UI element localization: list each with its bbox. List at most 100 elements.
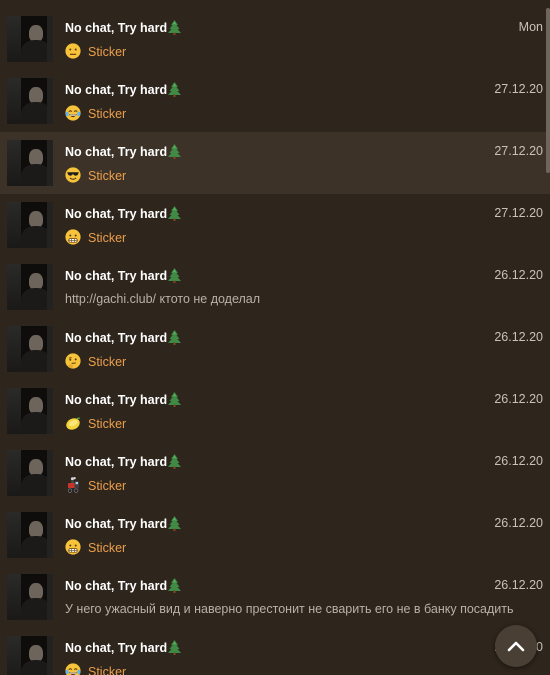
chat-name: No chat, Try hard xyxy=(65,330,182,346)
chat-list-item[interactable]: No chat, Try hard 26.12.20 Sticker xyxy=(0,442,550,504)
chat-list-item[interactable]: No chat, Try hard26.12.20Sticker xyxy=(0,628,550,675)
chat-name-text: No chat, Try hard xyxy=(65,21,168,35)
neutral-face-icon xyxy=(65,43,81,59)
chevron-up-icon xyxy=(507,641,525,652)
chat-name-text: No chat, Try hard xyxy=(65,269,168,283)
chat-list-item[interactable]: No chat, Try hard 27.12.20 Sticker xyxy=(0,132,550,194)
christmas-tree-icon xyxy=(168,82,182,97)
chat-name: No chat, Try hard xyxy=(65,578,182,594)
message-date: 26.12.20 xyxy=(494,392,543,406)
avatar[interactable] xyxy=(7,636,53,675)
chat-list-item[interactable]: No chat, Try hard 26.12.20 Sticker xyxy=(0,318,550,380)
sticker-label: Sticker xyxy=(88,107,127,121)
message-preview: Sticker xyxy=(65,353,126,370)
tears-of-joy-icon xyxy=(65,105,81,121)
avatar[interactable] xyxy=(7,16,53,62)
sticker-label: Sticker xyxy=(88,45,127,59)
chat-name-text: No chat, Try hard xyxy=(65,331,168,345)
message-preview: Sticker xyxy=(65,477,126,494)
christmas-tree-icon xyxy=(168,330,182,345)
sticker-label: Sticker xyxy=(88,355,127,369)
sticker-label: Sticker xyxy=(88,541,127,555)
chat-list-window: No chat, Try hard Mon Sticker No chat, Try … xyxy=(0,0,550,675)
chat-list-item[interactable]: No chat, Try hard 26.12.20 У него ужасный … xyxy=(0,566,550,628)
grimacing-face-icon xyxy=(65,539,81,555)
chat-name: No chat, Try hard xyxy=(65,392,182,408)
chat-name: No chat, Try hard xyxy=(65,206,182,222)
chat-list: No chat, Try hard Mon Sticker No chat, Try … xyxy=(0,8,550,675)
message-date: 26.12.20 xyxy=(494,330,543,344)
chat-list-item[interactable]: No chat, Try hard 26.12.20 http://gachi.cl… xyxy=(0,256,550,318)
chat-list-item[interactable]: No chat, Try hard 27.12.20 Sticker xyxy=(0,70,550,132)
chat-name: No chat, Try hard xyxy=(65,144,182,160)
chat-list-item[interactable]: No chat, Try hard 26.12.20 Sticker xyxy=(0,380,550,442)
message-preview: Sticker xyxy=(65,43,126,60)
avatar[interactable] xyxy=(7,326,53,372)
chat-name: No chat, Try hard xyxy=(65,268,182,284)
chat-name-text: No chat, Try hard xyxy=(65,83,168,97)
chat-name-text: No chat, Try hard xyxy=(65,455,168,469)
chat-name: No chat, Try hard xyxy=(65,454,182,470)
avatar[interactable] xyxy=(7,512,53,558)
christmas-tree-icon xyxy=(168,144,182,159)
message-date: 26.12.20 xyxy=(494,578,543,592)
steam-locomotive-icon xyxy=(65,477,81,493)
sticker-label: Sticker xyxy=(88,479,127,493)
chat-name-text: No chat, Try hard xyxy=(65,579,168,593)
sunglasses-face-icon xyxy=(65,167,81,183)
chat-name: No chat, Try hard xyxy=(65,516,182,532)
christmas-tree-icon xyxy=(168,640,182,655)
chat-name: No chat, Try hard xyxy=(65,640,182,656)
scroll-to-top-button[interactable] xyxy=(495,625,537,667)
sticker-label: Sticker xyxy=(88,169,127,183)
sticker-label: Sticker xyxy=(88,417,127,431)
avatar[interactable] xyxy=(7,78,53,124)
christmas-tree-icon xyxy=(168,268,182,283)
message-date: 27.12.20 xyxy=(494,82,543,96)
chat-name-text: No chat, Try hard xyxy=(65,145,168,159)
chat-list-item[interactable]: No chat, Try hard Mon Sticker xyxy=(0,8,550,70)
message-preview: Sticker xyxy=(65,167,126,184)
message-date: 26.12.20 xyxy=(494,268,543,282)
christmas-tree-icon xyxy=(168,516,182,531)
sticker-label: Sticker xyxy=(88,231,127,245)
chat-name-text: No chat, Try hard xyxy=(65,517,168,531)
chat-name: No chat, Try hard xyxy=(65,82,182,98)
chat-list-item[interactable]: No chat, Try hard 26.12.20 Sticker xyxy=(0,504,550,566)
message-date: 26.12.20 xyxy=(494,516,543,530)
message-preview: Sticker xyxy=(65,229,126,246)
chat-name-text: No chat, Try hard xyxy=(65,393,168,407)
avatar[interactable] xyxy=(7,140,53,186)
message-preview: Sticker xyxy=(65,539,126,556)
message-preview-text: У него ужасный вид и наверно престонит н… xyxy=(65,602,514,616)
sticker-label: Sticker xyxy=(88,665,127,675)
message-preview: http://gachi.club/ ктото не доделал xyxy=(65,291,260,307)
message-preview: Sticker xyxy=(65,415,126,432)
message-date: Mon xyxy=(518,20,543,34)
christmas-tree-icon xyxy=(168,206,182,221)
message-date: 27.12.20 xyxy=(494,206,543,220)
message-preview: У него ужасный вид и наверно престонит н… xyxy=(65,601,514,617)
message-preview: Sticker xyxy=(65,663,126,675)
chat-name-text: No chat, Try hard xyxy=(65,207,168,221)
message-date: 26.12.20 xyxy=(494,454,543,468)
lemon-icon xyxy=(65,415,81,431)
avatar[interactable] xyxy=(7,388,53,434)
christmas-tree-icon xyxy=(168,578,182,593)
message-preview-text: http://gachi.club/ ктото не доделал xyxy=(65,292,261,306)
message-preview: Sticker xyxy=(65,105,126,122)
tears-of-joy-icon xyxy=(65,663,81,675)
grimacing-face-icon xyxy=(65,229,81,245)
chat-list-item[interactable]: No chat, Try hard 27.12.20 Sticker xyxy=(0,194,550,256)
christmas-tree-icon xyxy=(168,392,182,407)
avatar[interactable] xyxy=(7,264,53,310)
avatar[interactable] xyxy=(7,450,53,496)
chat-name-text: No chat, Try hard xyxy=(65,641,168,655)
scrollbar-thumb[interactable] xyxy=(546,8,550,173)
chat-name: No chat, Try hard xyxy=(65,20,182,36)
thinking-face-icon xyxy=(65,353,81,369)
message-date: 27.12.20 xyxy=(494,144,543,158)
avatar[interactable] xyxy=(7,574,53,620)
christmas-tree-icon xyxy=(168,20,182,35)
avatar[interactable] xyxy=(7,202,53,248)
